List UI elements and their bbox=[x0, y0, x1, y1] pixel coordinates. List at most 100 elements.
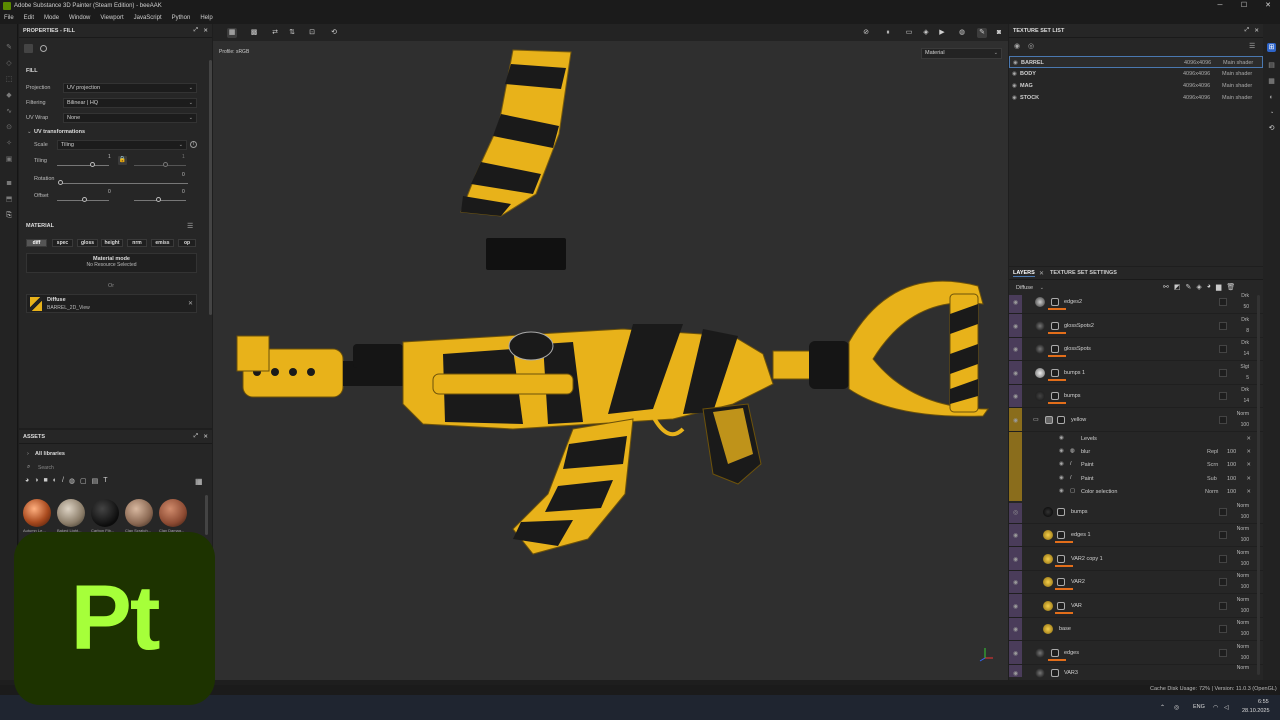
lock-icon[interactable]: 🔒 bbox=[118, 156, 127, 165]
layer-checkbox[interactable] bbox=[1219, 322, 1227, 330]
material-menu-icon[interactable]: ☰ bbox=[187, 222, 193, 230]
eye-icon[interactable]: ◉ bbox=[1013, 417, 1018, 424]
channel-height-button[interactable]: height bbox=[101, 239, 123, 247]
camera-icon[interactable]: ▶ bbox=[937, 28, 947, 38]
layer-row[interactable]: ◉ edges Norm 100 bbox=[1009, 642, 1263, 665]
effect-blend[interactable]: Sub bbox=[1207, 476, 1217, 482]
close-window-button[interactable]: ✕ bbox=[1256, 0, 1280, 12]
layer-opacity[interactable]: 5 bbox=[1246, 375, 1249, 381]
effect-row[interactable]: ◉ / Paint Scrn 100 ✕ bbox=[1009, 459, 1263, 472]
effect-blend[interactable]: Repl bbox=[1207, 449, 1218, 455]
text-filter-icon[interactable]: T bbox=[103, 477, 107, 489]
smart-material-filter-icon[interactable]: ◑ bbox=[34, 477, 38, 489]
offset-value[interactable]: 0 bbox=[108, 189, 111, 195]
layer-row[interactable]: ◉ glossSpots2 Drk 8 bbox=[1009, 315, 1263, 338]
layer-blend-mode[interactable]: Drk bbox=[1241, 317, 1249, 323]
asset-thumbnail[interactable] bbox=[125, 499, 153, 527]
render-icon[interactable]: ◍ bbox=[957, 28, 967, 38]
screenshot-icon[interactable]: ◙ bbox=[994, 28, 1004, 38]
layer-opacity[interactable]: 50 bbox=[1243, 304, 1249, 310]
add-mask-icon[interactable]: ◩ bbox=[1174, 283, 1181, 291]
layer-checkbox[interactable] bbox=[1219, 531, 1227, 539]
shader-settings-icon[interactable]: ◐ bbox=[1267, 93, 1276, 102]
layer-folder-row[interactable]: ◉ ▭ yellow Norm 100 bbox=[1009, 409, 1263, 432]
delete-layer-icon[interactable]: 🗑 bbox=[1226, 283, 1235, 291]
layer-row[interactable]: ◉ VAR3 Norm bbox=[1009, 665, 1263, 680]
menu-mode[interactable]: Mode bbox=[44, 15, 59, 21]
rotation-value[interactable]: 0 bbox=[182, 172, 185, 178]
geometry-mask-icon[interactable]: ◆ bbox=[5, 92, 13, 100]
grid-view-icon[interactable]: ▦ bbox=[227, 28, 237, 38]
display-settings-icon[interactable]: ◈ bbox=[921, 28, 931, 38]
texture-set-row[interactable]: ◉ STOCK 4096x4096 Main shader bbox=[1009, 92, 1263, 104]
assets-scrollbar[interactable] bbox=[205, 495, 208, 535]
effect-opacity[interactable]: 100 bbox=[1227, 449, 1236, 455]
eye-icon[interactable]: ◉ bbox=[1059, 488, 1064, 494]
all-libraries-label[interactable]: All libraries bbox=[35, 451, 65, 457]
eye-icon[interactable]: ◎ bbox=[1013, 509, 1018, 516]
layer-opacity[interactable]: 100 bbox=[1241, 537, 1249, 543]
layer-row[interactable]: ◉ bumps Drk 14 bbox=[1009, 385, 1263, 408]
menu-file[interactable]: File bbox=[4, 15, 14, 21]
channel-emiss-button[interactable]: emiss bbox=[151, 239, 174, 247]
tiling-value-2[interactable]: 1 bbox=[182, 154, 185, 160]
eye-icon[interactable]: ◉ bbox=[1013, 370, 1018, 377]
pin-icon[interactable]: ⤢ bbox=[1245, 27, 1249, 34]
brush-filter-icon[interactable]: / bbox=[62, 477, 64, 489]
tray-chevron-icon[interactable]: ⌃ bbox=[1160, 704, 1165, 711]
viewport-mode-dropdown[interactable]: Material ⌄ bbox=[921, 48, 1002, 59]
diffuse-slot[interactable]: Diffuse BARREL_2D_View ✕ bbox=[26, 294, 197, 313]
layer-opacity[interactable]: 100 bbox=[1241, 514, 1249, 520]
texture-filter-icon[interactable]: ■ bbox=[43, 477, 47, 489]
effect-row[interactable]: ◉ Levels ✕ bbox=[1009, 433, 1263, 446]
layer-opacity[interactable]: 100 bbox=[1241, 561, 1249, 567]
material-filter-icon[interactable]: ◕ bbox=[25, 477, 29, 489]
layer-row[interactable]: ◉ VAR Norm 100 bbox=[1009, 595, 1263, 618]
close-icon[interactable]: ✕ bbox=[203, 28, 208, 34]
add-fill-layer-icon[interactable]: ◈ bbox=[1196, 283, 1201, 291]
offset-slider-knob[interactable] bbox=[82, 197, 87, 202]
offset-value-2[interactable]: 0 bbox=[182, 189, 185, 195]
menu-javascript[interactable]: JavaScript bbox=[134, 15, 162, 21]
layer-opacity[interactable]: 14 bbox=[1243, 351, 1249, 357]
layer-row[interactable]: ◉ base Norm 100 bbox=[1009, 618, 1263, 641]
eye-icon[interactable]: ◉ bbox=[1013, 532, 1018, 539]
display-settings-icon[interactable]: ▦ bbox=[1267, 77, 1276, 86]
language-indicator[interactable]: ENG bbox=[1193, 704, 1205, 710]
eye-icon[interactable]: ◉ bbox=[1013, 556, 1018, 563]
channel-diff-button[interactable]: diff bbox=[26, 239, 47, 247]
steam-tray-icon[interactable]: ◎ bbox=[1174, 704, 1179, 711]
layer-checkbox[interactable] bbox=[1219, 602, 1227, 610]
frame-icon[interactable]: ⊡ bbox=[307, 28, 317, 38]
layer-checkbox[interactable] bbox=[1219, 508, 1227, 516]
symmetry-icon[interactable]: ⇄ bbox=[270, 28, 280, 38]
eraser-icon[interactable]: ◇ bbox=[5, 60, 13, 68]
eye-icon[interactable]: ◉ bbox=[1013, 323, 1018, 330]
effect-opacity[interactable]: 100 bbox=[1227, 462, 1236, 468]
eye-icon[interactable]: ◉ bbox=[1013, 393, 1018, 400]
wifi-icon[interactable]: ◠ bbox=[1213, 704, 1218, 711]
remove-effect-icon[interactable]: ✕ bbox=[1246, 436, 1251, 442]
layer-checkbox[interactable] bbox=[1219, 625, 1227, 633]
pin-icon[interactable]: ⤢ bbox=[194, 27, 198, 34]
layer-row[interactable]: ◉ VAR2 copy 1 Norm 100 bbox=[1009, 548, 1263, 571]
layers-stack-icon[interactable]: ≣ bbox=[5, 180, 13, 188]
layer-opacity[interactable]: 100 bbox=[1241, 422, 1249, 428]
add-smart-material-icon[interactable]: ◕ bbox=[1207, 283, 1211, 291]
eye-icon[interactable]: ◉ bbox=[1013, 603, 1018, 610]
remove-effect-icon[interactable]: ✕ bbox=[1246, 449, 1251, 455]
layer-blend-mode[interactable]: Norm bbox=[1237, 620, 1249, 626]
add-paint-layer-icon[interactable]: ✎ bbox=[1186, 283, 1192, 291]
filter-icon[interactable]: ▢ bbox=[80, 477, 87, 489]
texture-set-shader[interactable]: Main shader bbox=[1222, 80, 1252, 92]
export-icon[interactable]: ⎘ bbox=[5, 212, 13, 220]
layer-opacity[interactable]: 100 bbox=[1241, 584, 1249, 590]
remove-effect-icon[interactable]: ✕ bbox=[1246, 489, 1251, 495]
eye-icon[interactable]: ◉ bbox=[1013, 650, 1018, 657]
layer-opacity[interactable]: 100 bbox=[1241, 631, 1249, 637]
layer-blend-mode[interactable]: Norm bbox=[1237, 573, 1249, 579]
remove-effect-icon[interactable]: ✕ bbox=[1246, 462, 1251, 468]
close-icon[interactable]: ✕ bbox=[203, 434, 208, 440]
menu-edit[interactable]: Edit bbox=[24, 15, 34, 21]
asset-thumbnail[interactable] bbox=[159, 499, 187, 527]
